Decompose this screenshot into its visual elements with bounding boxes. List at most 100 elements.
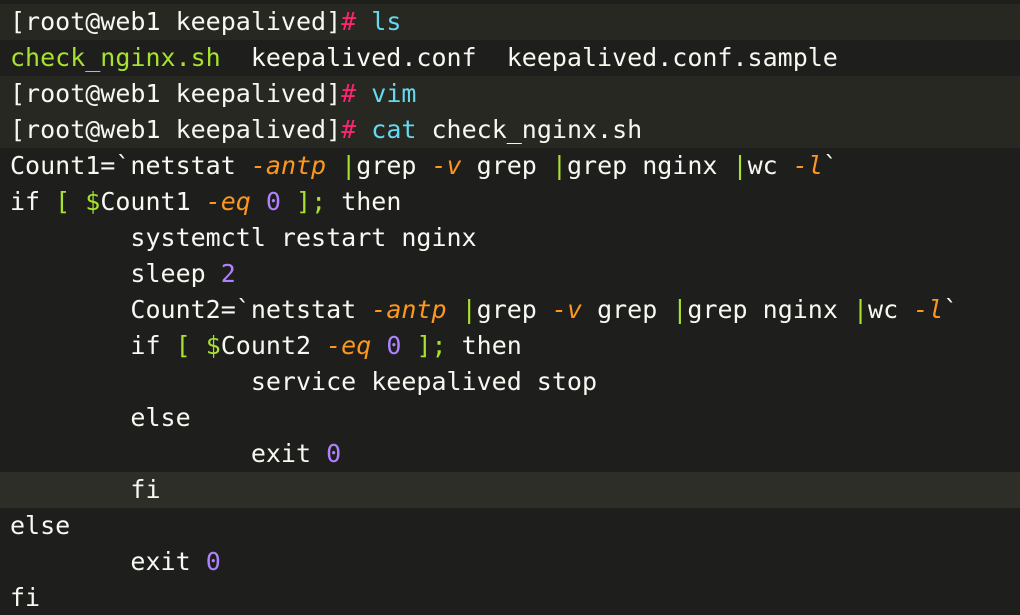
code-number: 2 bbox=[220, 259, 236, 288]
prompt-symbol: # bbox=[341, 7, 357, 36]
command-ls: ls bbox=[371, 7, 402, 36]
code-bracket: ]; bbox=[401, 331, 447, 360]
code-backtick: ` bbox=[822, 151, 838, 180]
code-pipe: | bbox=[446, 295, 477, 324]
code-cmd: exit bbox=[130, 547, 206, 576]
code-keyword: then bbox=[326, 187, 402, 216]
script-line-4: sleep 2 bbox=[0, 256, 1020, 292]
code-bracket: ]; bbox=[280, 187, 327, 216]
code-var: Count2= bbox=[130, 295, 236, 324]
script-line-13: fi bbox=[0, 580, 1020, 615]
code-dollar: $ bbox=[205, 331, 221, 360]
command-cat: cat bbox=[371, 115, 417, 144]
prompt-symbol: # bbox=[341, 115, 357, 144]
script-line-3: systemctl restart nginx bbox=[0, 220, 1020, 256]
code-bracket: [ bbox=[160, 331, 206, 360]
code-pipe: | bbox=[326, 151, 357, 180]
code-cmd: grep bbox=[461, 151, 552, 180]
prompt-text: [root@web1 keepalived] bbox=[10, 79, 342, 108]
code-number: 0 bbox=[386, 331, 402, 360]
script-line-8: else bbox=[0, 400, 1020, 436]
code-option: -v bbox=[551, 295, 583, 324]
code-cmd: netstat bbox=[130, 151, 251, 180]
prompt-line-cat: [root@web1 keepalived]# cat check_nginx.… bbox=[0, 112, 1020, 148]
code-cmd: grep nginx bbox=[687, 295, 853, 324]
code-keyword: fi bbox=[10, 583, 41, 612]
prompt-line-vim: [root@web1 keepalived]# vim bbox=[0, 76, 1020, 112]
code-dollar: $ bbox=[85, 187, 101, 216]
terminal-window[interactable]: [root@web1 keepalived]# ls check_nginx.s… bbox=[0, 0, 1020, 615]
script-line-1: Count1=`netstat -antp |grep -v grep |gre… bbox=[0, 148, 1020, 184]
script-line-6: if [ $Count2 -eq 0 ]; then bbox=[0, 328, 1020, 364]
script-line-9: exit 0 bbox=[0, 436, 1020, 472]
code-cmd: exit bbox=[250, 439, 327, 468]
prompt-line-ls: [root@web1 keepalived]# ls bbox=[0, 4, 1020, 40]
code-bracket: [ bbox=[40, 187, 86, 216]
code-number: 0 bbox=[205, 547, 221, 576]
code-cmd: wc bbox=[747, 151, 793, 180]
script-line-2: if [ $Count1 -eq 0 ]; then bbox=[0, 184, 1020, 220]
code-cmd: grep bbox=[582, 295, 673, 324]
file-keepalived-conf-sample: keepalived.conf.sample bbox=[506, 43, 838, 72]
code-operator: -eq bbox=[326, 331, 372, 360]
code-option: -l bbox=[792, 151, 823, 180]
code-backtick: ` bbox=[943, 295, 959, 324]
code-keyword: if bbox=[10, 187, 41, 216]
code-number: 0 bbox=[326, 439, 342, 468]
code-var: Count1= bbox=[10, 151, 116, 180]
code-backtick: ` bbox=[115, 151, 131, 180]
code-var: Count1 bbox=[100, 187, 191, 216]
ls-output-line: check_nginx.sh keepalived.conf keepalive… bbox=[0, 40, 1020, 76]
prompt-text: [root@web1 keepalived] bbox=[10, 7, 342, 36]
code-option: -antp bbox=[371, 295, 447, 324]
code-keyword: else bbox=[10, 511, 71, 540]
code-keyword: fi bbox=[130, 475, 161, 504]
script-line-5: Count2=`netstat -antp |grep -v grep |gre… bbox=[0, 292, 1020, 328]
code-option: -l bbox=[913, 295, 944, 324]
code-operator: -eq bbox=[205, 187, 251, 216]
code-var: Count2 bbox=[220, 331, 312, 360]
code-cmd: grep bbox=[356, 151, 432, 180]
code-cmd: netstat bbox=[250, 295, 372, 324]
code-pipe: | bbox=[852, 295, 869, 324]
script-line-11: else bbox=[0, 508, 1020, 544]
script-line-12: exit 0 bbox=[0, 544, 1020, 580]
code-cmd: wc bbox=[868, 295, 914, 324]
code-option: -antp bbox=[250, 151, 327, 180]
prompt-symbol: # bbox=[341, 79, 357, 108]
code-cmd: sleep bbox=[130, 259, 221, 288]
code-pipe: | bbox=[732, 151, 748, 180]
prompt-text: [root@web1 keepalived] bbox=[10, 115, 342, 144]
code-pipe: | bbox=[551, 151, 567, 180]
code-pipe: | bbox=[672, 295, 688, 324]
code-text: service keepalived stop bbox=[250, 367, 598, 396]
code-cmd: grep nginx bbox=[566, 151, 733, 180]
code-backtick: ` bbox=[235, 295, 251, 324]
code-keyword: if bbox=[130, 331, 161, 360]
file-check-nginx: check_nginx.sh bbox=[10, 43, 221, 72]
code-number: 0 bbox=[265, 187, 281, 216]
code-keyword: else bbox=[130, 403, 191, 432]
file-keepalived-conf: keepalived.conf bbox=[250, 43, 477, 72]
code-cmd: grep bbox=[476, 295, 552, 324]
script-line-10-cursor[interactable]: fi bbox=[0, 472, 1020, 508]
code-text: systemctl restart nginx bbox=[130, 223, 477, 252]
code-keyword: then bbox=[446, 331, 522, 360]
code-option: -v bbox=[431, 151, 462, 180]
script-line-7: service keepalived stop bbox=[0, 364, 1020, 400]
command-cat-arg: check_nginx.sh bbox=[431, 115, 643, 144]
command-vim: vim bbox=[371, 79, 417, 108]
